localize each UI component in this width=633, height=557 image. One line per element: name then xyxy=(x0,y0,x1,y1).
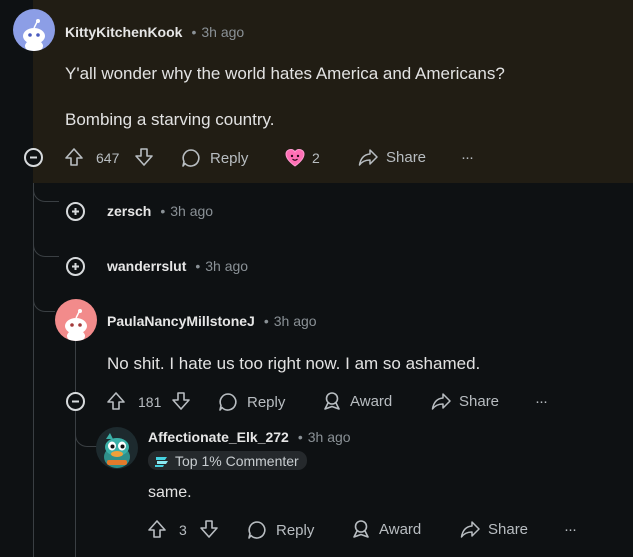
comment-username[interactable]: zersch xyxy=(107,203,151,219)
reply-button[interactable]: Reply xyxy=(246,519,314,541)
award-button[interactable]: 2 xyxy=(284,147,320,169)
reply-button[interactable]: Reply xyxy=(180,147,248,169)
comment-body: No shit. I hate us too right now. I am s… xyxy=(107,354,481,373)
share-label: Share xyxy=(488,520,529,538)
upvote-button[interactable] xyxy=(147,519,167,539)
downvote-button[interactable] xyxy=(171,391,191,411)
top-commenter-icon xyxy=(155,456,168,467)
snoo-avatar-icon xyxy=(65,309,87,341)
award-heart-icon xyxy=(285,148,305,167)
reply-bubble-icon xyxy=(248,521,266,539)
reply-button[interactable]: Reply xyxy=(217,391,285,413)
share-label: Share xyxy=(386,148,427,166)
reply-label: Reply xyxy=(276,521,315,539)
reply-label: Reply xyxy=(247,393,286,411)
snoo-avatar-icon xyxy=(23,19,45,51)
share-label: Share xyxy=(459,392,500,410)
upvote-button[interactable] xyxy=(64,147,84,167)
thread-connector xyxy=(75,412,97,447)
reply-bubble-icon xyxy=(182,149,200,167)
more-options-button[interactable]: ··· xyxy=(564,521,577,538)
expand-icon xyxy=(72,208,79,215)
collapse-icon xyxy=(30,156,37,159)
thread-line xyxy=(75,340,76,557)
more-options-button[interactable]: ··· xyxy=(461,149,474,166)
comment-header: Affectionate_Elk_272 • 3h ago xyxy=(148,429,351,445)
collapse-thread-button[interactable] xyxy=(66,392,85,411)
comment-timestamp[interactable]: 3h ago xyxy=(274,313,317,329)
award-ribbon-icon xyxy=(324,392,340,410)
downvote-icon xyxy=(200,520,218,538)
downvote-icon xyxy=(172,392,190,410)
comment-header: PaulaNancyMillstoneJ • 3h ago xyxy=(107,313,317,329)
reply-label: Reply xyxy=(210,149,249,167)
share-arrow-icon xyxy=(358,149,378,166)
award-button[interactable]: Award xyxy=(322,391,392,411)
thread-connector xyxy=(33,292,55,312)
comment-username[interactable]: KittyKitchenKook xyxy=(65,24,182,40)
collapsed-comment-header: zersch • 3h ago xyxy=(107,203,213,219)
share-button[interactable]: Share xyxy=(358,147,426,167)
award-count: 2 xyxy=(312,150,320,166)
comment-body: same. xyxy=(148,484,192,501)
reply-bubble-icon xyxy=(219,393,237,411)
vote-count: 181 xyxy=(138,394,162,410)
user-avatar[interactable] xyxy=(13,9,55,51)
comment-timestamp[interactable]: 3h ago xyxy=(205,258,248,274)
downvote-icon xyxy=(135,148,153,166)
expand-thread-button[interactable] xyxy=(66,202,85,221)
share-button[interactable]: Share xyxy=(460,519,528,539)
award-label: Award xyxy=(379,520,422,538)
upvote-icon xyxy=(148,520,166,538)
bullet-separator: • xyxy=(191,24,197,40)
more-icon: ··· xyxy=(461,149,474,166)
bullet-separator: • xyxy=(297,429,303,445)
share-arrow-icon xyxy=(460,521,480,538)
comment-username[interactable]: wanderrslut xyxy=(107,258,186,274)
expand-thread-button[interactable] xyxy=(66,257,85,276)
user-avatar[interactable] xyxy=(55,299,97,341)
comment-timestamp[interactable]: 3h ago xyxy=(308,429,351,445)
share-arrow-icon xyxy=(431,393,451,410)
upvote-icon xyxy=(65,148,83,166)
award-ribbon-icon xyxy=(353,520,369,538)
comment-username[interactable]: Affectionate_Elk_272 xyxy=(148,429,289,445)
comment-username[interactable]: PaulaNancyMillstoneJ xyxy=(107,313,255,329)
award-label: Award xyxy=(350,392,393,410)
upvote-icon xyxy=(107,392,125,410)
downvote-button[interactable] xyxy=(134,147,154,167)
top-commenter-badge[interactable]: Top 1% Commenter xyxy=(148,451,307,470)
award-button[interactable]: Award xyxy=(351,519,421,539)
comment-timestamp[interactable]: 3h ago xyxy=(201,24,244,40)
collapsed-comment-header: wanderrslut • 3h ago xyxy=(107,258,248,274)
more-icon: ··· xyxy=(564,521,577,538)
thread-connector xyxy=(33,237,59,257)
more-icon: ··· xyxy=(535,393,548,410)
collapse-icon xyxy=(72,400,79,403)
comment-body-line: Bombing a starving country. xyxy=(65,110,275,129)
comment-timestamp[interactable]: 3h ago xyxy=(170,203,213,219)
vote-count: 647 xyxy=(96,150,120,166)
bullet-separator: • xyxy=(195,258,201,274)
downvote-button[interactable] xyxy=(199,519,219,539)
collapse-thread-button[interactable] xyxy=(24,148,43,167)
thread-connector xyxy=(33,183,59,202)
comment-body-line: Y'all wonder why the world hates America… xyxy=(65,64,505,83)
more-options-button[interactable]: ··· xyxy=(535,393,548,410)
user-avatar[interactable] xyxy=(96,427,138,469)
snoo-avatar-icon xyxy=(104,433,130,468)
share-button[interactable]: Share xyxy=(431,391,499,411)
comment-header: KittyKitchenKook • 3h ago xyxy=(65,24,244,40)
expand-icon xyxy=(72,263,79,270)
vote-count: 3 xyxy=(179,522,187,538)
bullet-separator: • xyxy=(263,313,269,329)
badge-label: Top 1% Commenter xyxy=(175,452,299,469)
bullet-separator: • xyxy=(160,203,166,219)
upvote-button[interactable] xyxy=(106,391,126,411)
